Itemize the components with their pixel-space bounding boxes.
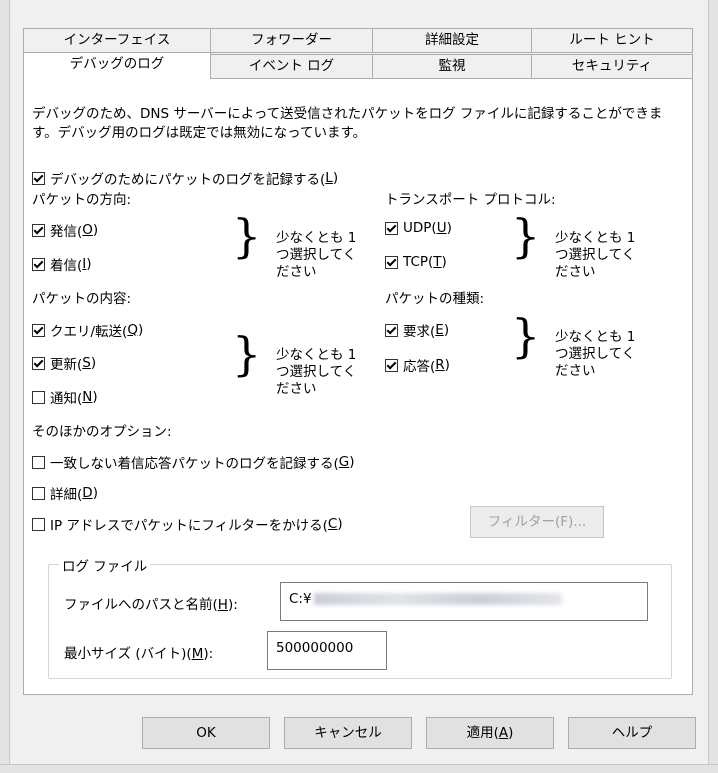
contents-title: パケットの内容: (32, 291, 132, 307)
udp-checkbox[interactable]: UDP(U) (385, 220, 452, 236)
checkbox-box (32, 257, 45, 271)
packet-type-note: 少なくとも 1 つ選択してください (555, 329, 636, 379)
checkbox-box (32, 171, 45, 185)
packet-type-title: パケットの種類: (385, 291, 485, 307)
tab-forwarders[interactable]: フォワーダー (210, 28, 373, 53)
help-button[interactable]: ヘルプ (568, 717, 696, 749)
ip-filter-checkbox[interactable]: IP アドレスでパケットにフィルターをかける(C) (32, 514, 343, 534)
checkbox-box (32, 486, 45, 500)
log-path-input[interactable]: C:¥ (280, 582, 648, 621)
brace-icon: } (232, 209, 262, 263)
brace-icon: } (511, 309, 541, 363)
cancel-button[interactable]: キャンセル (284, 717, 412, 749)
checkbox-box (32, 223, 45, 237)
update-checkbox[interactable]: 更新(S) (32, 353, 96, 373)
tab-root-hints[interactable]: ルート ヒント (531, 28, 693, 53)
unmatched-response-checkbox[interactable]: 一致しない着信応答パケットのログを記録する(G) (32, 452, 355, 472)
checkbox-box (385, 323, 398, 337)
tab-advanced[interactable]: 詳細設定 (372, 28, 532, 53)
tab-security[interactable]: セキュリティ (531, 54, 693, 79)
incoming-checkbox[interactable]: 着信(I) (32, 254, 92, 274)
contents-note: 少なくとも 1 つ選択してください (276, 347, 357, 397)
response-checkbox[interactable]: 応答(R) (385, 355, 450, 375)
path-label: ファイルへのパスと名前(H): (64, 597, 238, 613)
checkbox-box (385, 221, 398, 235)
tcp-checkbox[interactable]: TCP(T) (385, 254, 447, 270)
notify-checkbox[interactable]: 通知(N) (32, 387, 98, 407)
min-size-input[interactable]: 500000000 (267, 631, 387, 670)
checkbox-box (32, 323, 45, 337)
debug-logging-panel: デバッグのため、DNS サーバーによって送受信されたパケットをログ ファイルに記… (23, 78, 693, 695)
checkbox-box (32, 356, 45, 370)
direction-title: パケットの方向: (32, 192, 132, 208)
window-border-left (0, 0, 10, 773)
tab-monitoring[interactable]: 監視 (372, 54, 532, 79)
window-border-right (708, 0, 718, 773)
other-options-title: そのほかのオプション: (32, 424, 172, 440)
tab-event-logging[interactable]: イベント ログ (210, 54, 373, 79)
min-size-label: 最小サイズ (バイト)(M): (64, 646, 214, 662)
apply-button[interactable]: 適用(A) (426, 717, 554, 749)
log-packets-checkbox[interactable]: デバッグのためにパケットのログを記録する(L) (32, 168, 338, 188)
brace-icon: } (232, 327, 262, 381)
transport-note: 少なくとも 1 つ選択してください (555, 230, 636, 280)
checkbox-box (32, 455, 45, 469)
redacted-path (313, 593, 562, 605)
checkbox-box (385, 358, 398, 372)
transport-title: トランスポート プロトコル: (385, 192, 556, 208)
ok-button[interactable]: OK (142, 717, 270, 749)
tab-debug-logging[interactable]: デバッグのログ (23, 52, 211, 79)
query-checkbox[interactable]: クエリ/転送(Q) (32, 320, 143, 340)
description-text: デバッグのため、DNS サーバーによって送受信されたパケットをログ ファイルに記… (32, 106, 663, 141)
request-checkbox[interactable]: 要求(E) (385, 320, 449, 340)
brace-icon: } (511, 209, 541, 263)
checkbox-box (32, 390, 45, 404)
details-checkbox[interactable]: 詳細(D) (32, 483, 98, 503)
outgoing-checkbox[interactable]: 発信(O) (32, 220, 98, 240)
checkbox-box (385, 255, 398, 269)
checkbox-box (32, 517, 45, 531)
tab-interfaces[interactable]: インターフェイス (23, 28, 211, 53)
filter-button[interactable]: フィルター(F)... (470, 506, 604, 538)
window-border-bottom (0, 764, 718, 773)
log-file-group-title: ログ ファイル (59, 555, 151, 575)
direction-note: 少なくとも 1 つ選択してください (276, 230, 357, 280)
